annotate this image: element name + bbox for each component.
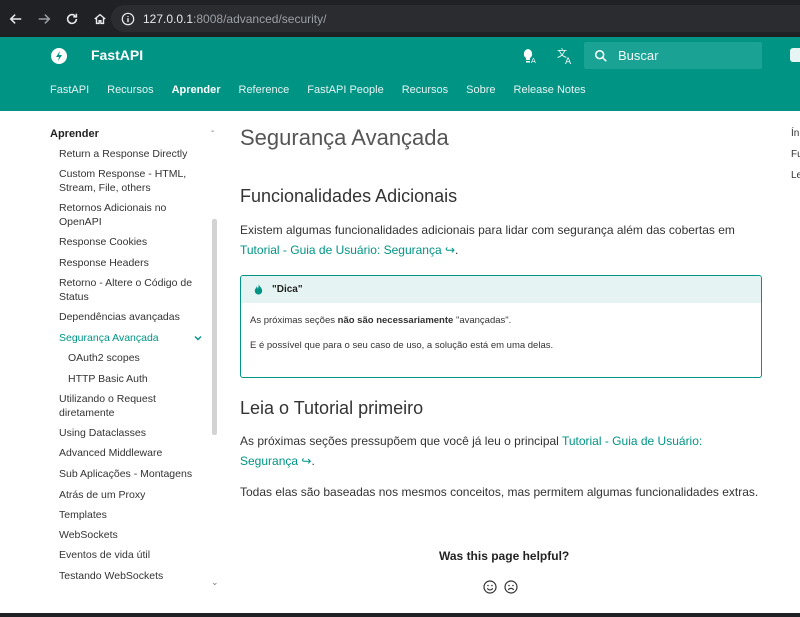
tab-fastapi-people[interactable]: FastAPI People bbox=[307, 84, 383, 96]
sidebar-item[interactable]: Response Cookies bbox=[59, 236, 209, 250]
tip-text: "avançadas". bbox=[453, 315, 512, 326]
tab-recursos-2[interactable]: Recursos bbox=[402, 84, 448, 96]
frown-icon[interactable] bbox=[504, 580, 518, 594]
sidebar-item[interactable]: Atrás de um Proxy bbox=[59, 489, 209, 503]
translate-icon[interactable]: 文A bbox=[556, 46, 576, 66]
tab-sobre[interactable]: Sobre bbox=[466, 84, 495, 96]
sidebar-item[interactable]: Custom Response - HTML, Stream, File, ot… bbox=[59, 168, 209, 195]
paragraph-end: . bbox=[455, 242, 459, 257]
sidebar-item[interactable]: Using Dataclasses bbox=[59, 427, 209, 441]
sidebar-item[interactable]: Retorno - Altere o Código de Status bbox=[59, 277, 209, 304]
sidebar-item[interactable]: Utilizando o Request diretamente bbox=[59, 393, 209, 420]
tab-aprender[interactable]: Aprender bbox=[172, 84, 221, 96]
forward-button[interactable] bbox=[32, 7, 56, 31]
reload-icon bbox=[66, 13, 78, 24]
arrow-left-icon bbox=[9, 13, 22, 24]
url-path: :8008/advanced/security/ bbox=[193, 11, 327, 26]
sidebar-subitem[interactable]: OAuth2 scopes bbox=[68, 352, 218, 366]
tip-text: As próximas seções bbox=[250, 315, 338, 326]
address-bar[interactable]: 127.0.0.1:8008/advanced/security/ bbox=[111, 5, 800, 32]
sidebar-item[interactable]: Dependências avançadas bbox=[59, 311, 209, 325]
sidebar-item[interactable]: Eventos de vida útil bbox=[59, 549, 209, 563]
tip-line-1: As próximas seções não são necessariamen… bbox=[250, 315, 511, 326]
tip-header: "Dica" bbox=[241, 276, 761, 303]
brand-title[interactable]: FastAPI bbox=[91, 47, 143, 63]
flame-icon bbox=[254, 284, 263, 295]
sidebar-subitem[interactable]: HTTP Basic Auth bbox=[68, 373, 218, 387]
tip-admonition: "Dica" As próximas seções não são necess… bbox=[240, 275, 762, 378]
search-box[interactable] bbox=[584, 42, 762, 69]
github-icon[interactable] bbox=[790, 48, 800, 62]
browser-toolbar: 127.0.0.1:8008/advanced/security/ bbox=[0, 0, 800, 37]
scroll-down-icon[interactable]: ⌄ bbox=[211, 577, 219, 588]
home-icon bbox=[94, 13, 106, 24]
svg-text:A: A bbox=[531, 57, 536, 65]
paragraph-text: Existem algumas funcionalidades adiciona… bbox=[240, 223, 735, 237]
bolt-icon bbox=[56, 51, 62, 61]
chevron-down-icon[interactable] bbox=[193, 333, 203, 343]
smile-icon[interactable] bbox=[483, 580, 497, 594]
tab-fastapi[interactable]: FastAPI bbox=[50, 84, 89, 96]
back-button[interactable] bbox=[4, 7, 28, 31]
tab-reference[interactable]: Reference bbox=[239, 84, 290, 96]
toc-item[interactable]: Le bbox=[791, 170, 800, 181]
sidebar-scrollbar[interactable] bbox=[212, 219, 217, 435]
section-heading: Leia o Tutorial primeiro bbox=[240, 398, 424, 418]
sidebar-item[interactable]: Testando WebSockets bbox=[59, 570, 209, 584]
tip-bold-text: não são necessariamente bbox=[337, 315, 454, 326]
fastapi-logo[interactable] bbox=[51, 48, 67, 64]
tip-line-2: E é possível que para o seu caso de uso,… bbox=[250, 340, 554, 351]
sidebar-item[interactable]: Sub Aplicações - Montagens bbox=[59, 468, 209, 482]
sidebar-item[interactable]: Advanced Middleware bbox=[59, 447, 209, 461]
sidebar-item-active[interactable]: Segurança Avançada bbox=[59, 332, 209, 346]
search-icon bbox=[594, 49, 607, 62]
window-border bbox=[0, 613, 800, 617]
header-tabs: FastAPI Recursos Aprender Reference Fast… bbox=[50, 84, 604, 96]
sidebar-item[interactable]: Templates bbox=[59, 509, 209, 523]
toc-item[interactable]: Ín bbox=[791, 128, 799, 139]
paragraph: Todas elas são baseadas nos mesmos conce… bbox=[240, 485, 759, 499]
paragraph-end: . bbox=[311, 453, 315, 468]
reload-button[interactable] bbox=[60, 7, 84, 31]
tutorial-link[interactable]: Tutorial - Guia de Usuário: Segurança ↪ bbox=[240, 243, 455, 257]
sidebar-item[interactable]: Return a Response Directly bbox=[59, 148, 209, 162]
sidebar-title[interactable]: Aprender bbox=[50, 128, 99, 140]
svg-text:A: A bbox=[565, 57, 572, 66]
collapse-icon[interactable]: - bbox=[211, 126, 214, 137]
search-input[interactable] bbox=[618, 48, 758, 63]
info-icon[interactable] bbox=[121, 12, 135, 26]
theme-toggle-icon[interactable]: A bbox=[520, 46, 540, 66]
paragraph: As próximas seções pressupõem que você j… bbox=[240, 432, 760, 471]
sidebar-item[interactable]: WebSockets bbox=[59, 529, 209, 543]
tip-title: "Dica" bbox=[272, 284, 303, 295]
toc-item[interactable]: Fu bbox=[791, 149, 800, 160]
feedback-title: Was this page helpful? bbox=[439, 549, 570, 563]
arrow-right-icon bbox=[38, 13, 51, 24]
tab-recursos[interactable]: Recursos bbox=[107, 84, 153, 96]
sidebar-nav: Aprender - Return a Response Directly Cu… bbox=[0, 111, 230, 617]
section-heading: Funcionalidades Adicionais bbox=[240, 186, 458, 206]
url-text: 127.0.0.1:8008/advanced/security/ bbox=[143, 12, 326, 26]
sidebar-item[interactable]: Response Headers bbox=[59, 257, 209, 271]
paragraph: Existem algumas funcionalidades adiciona… bbox=[240, 221, 760, 260]
sidebar-item[interactable]: Retornos Adicionais no OpenAPI bbox=[59, 202, 209, 229]
paragraph-text: As próximas seções pressupõem que você j… bbox=[240, 434, 562, 448]
page-title: Segurança Avançada bbox=[240, 125, 449, 150]
home-button[interactable] bbox=[88, 7, 112, 31]
url-host: 127.0.0.1 bbox=[143, 11, 194, 26]
tab-release-notes[interactable]: Release Notes bbox=[514, 84, 586, 96]
site-header: FastAPI A 文A FastAPI Recursos Aprender R… bbox=[0, 37, 800, 111]
